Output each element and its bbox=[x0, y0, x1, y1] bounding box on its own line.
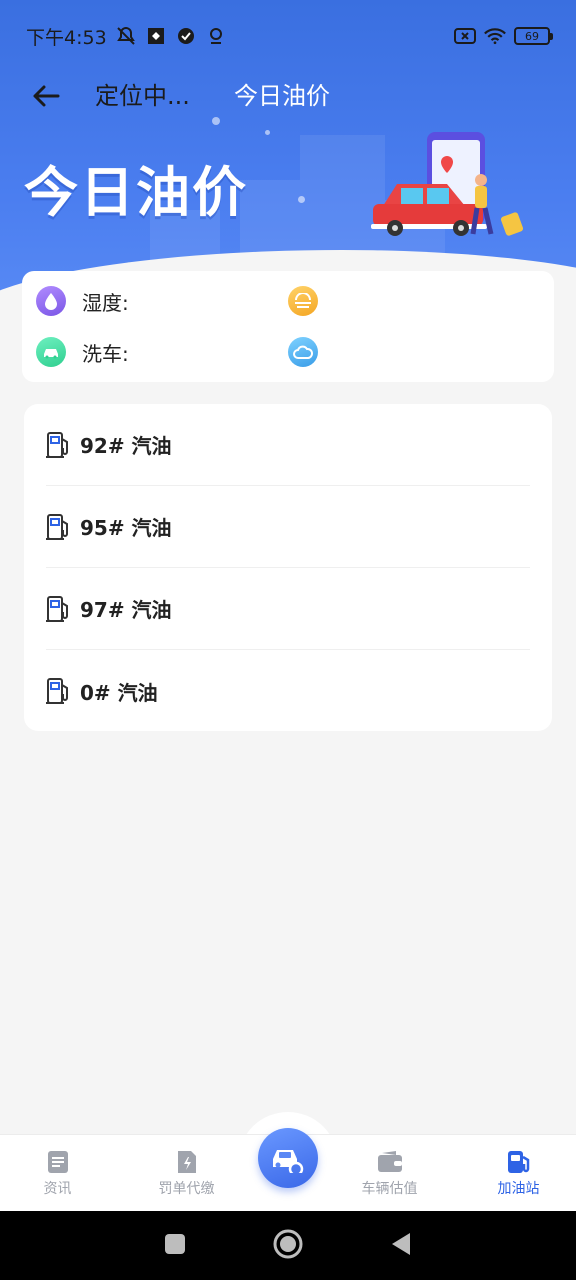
fuel-pump-icon bbox=[46, 595, 68, 622]
app-notification-icon bbox=[145, 25, 167, 47]
sim-off-icon bbox=[454, 25, 476, 47]
battery-level: 69 bbox=[525, 29, 539, 43]
square-icon bbox=[165, 1233, 185, 1254]
car-wash-icon bbox=[36, 337, 66, 367]
wifi-icon bbox=[484, 25, 506, 47]
battery-icon: 69 bbox=[514, 27, 553, 45]
nav-label: 资讯 bbox=[43, 1181, 72, 1197]
nav-item-valuation[interactable]: 车辆估值 bbox=[332, 1135, 447, 1211]
status-time: 下午4:53 bbox=[26, 26, 107, 49]
car-illustration bbox=[371, 132, 524, 236]
arrow-left-icon bbox=[33, 85, 60, 107]
fuel-label: 97# 汽油 bbox=[80, 598, 172, 622]
fuel-item-92[interactable]: 92# 汽油 bbox=[46, 404, 530, 486]
fuel-pump-icon bbox=[46, 678, 68, 704]
ticket-icon bbox=[177, 1151, 196, 1173]
weather-card: 湿度: 洗车: bbox=[22, 271, 554, 382]
nav-item-ticket[interactable]: 罚单代缴 bbox=[129, 1135, 244, 1211]
fuel-pump-icon bbox=[46, 513, 68, 540]
check-badge-icon bbox=[175, 25, 197, 47]
back-system-button[interactable] bbox=[389, 1231, 413, 1261]
page-title: 今日油价 bbox=[234, 82, 330, 110]
cloudy-weather-icon bbox=[288, 337, 318, 367]
wallet-icon bbox=[377, 1151, 402, 1172]
nav-label: 加油站 bbox=[497, 1181, 540, 1197]
humidity-label: 湿度: bbox=[82, 290, 129, 315]
back-button[interactable] bbox=[28, 78, 64, 114]
fuel-item-0[interactable]: 0# 汽油 bbox=[46, 650, 530, 732]
fuel-label: 92# 汽油 bbox=[80, 434, 172, 458]
fuel-price-list: 92# 汽油 95# 汽油 97# 汽油 0# 汽油 bbox=[24, 404, 552, 731]
triangle-back-icon bbox=[392, 1232, 410, 1255]
recent-apps-button[interactable] bbox=[163, 1232, 187, 1260]
car-search-icon bbox=[273, 1150, 304, 1173]
location-pin-icon bbox=[205, 25, 227, 47]
nav-label: 罚单代缴 bbox=[158, 1181, 215, 1197]
humidity-row: 湿度: bbox=[36, 286, 129, 316]
location-text[interactable]: 定位中... bbox=[95, 78, 190, 114]
fuel-pump-icon bbox=[46, 431, 68, 458]
system-nav-bar bbox=[0, 1211, 576, 1280]
carwash-row: 洗车: bbox=[36, 337, 129, 367]
car-search-button[interactable] bbox=[258, 1128, 318, 1188]
home-circle-icon bbox=[273, 1229, 303, 1258]
nav-label: 车辆估值 bbox=[361, 1181, 418, 1197]
status-bar: 下午4:53 69 bbox=[0, 0, 576, 72]
nav-item-news[interactable]: 资讯 bbox=[0, 1135, 115, 1211]
home-button[interactable] bbox=[273, 1229, 303, 1263]
top-bar: 定位中... 今日油价 bbox=[0, 72, 576, 118]
carwash-label: 洗车: bbox=[82, 341, 129, 366]
nav-item-gas-station[interactable]: 加油站 bbox=[461, 1135, 576, 1211]
fuel-item-95[interactable]: 95# 汽油 bbox=[46, 486, 530, 568]
gas-station-icon bbox=[507, 1151, 529, 1173]
fuel-label: 0# 汽油 bbox=[80, 680, 158, 705]
mute-notification-icon bbox=[115, 25, 137, 47]
hero-title: 今日油价 bbox=[24, 161, 248, 224]
news-icon bbox=[47, 1151, 68, 1173]
humidity-drop-icon bbox=[36, 286, 66, 316]
fuel-label: 95# 汽油 bbox=[80, 516, 172, 540]
haze-weather-icon bbox=[288, 286, 318, 316]
fuel-item-97[interactable]: 97# 汽油 bbox=[46, 568, 530, 650]
